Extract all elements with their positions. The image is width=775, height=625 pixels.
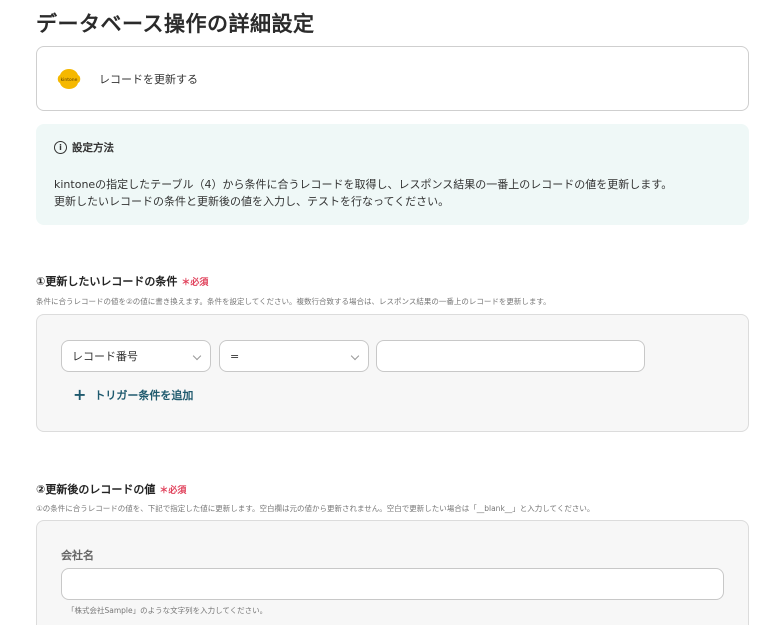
company-name-label: 会社名 (61, 549, 94, 562)
update-values-panel: 会社名 「株式会社Sample」のような文字列を入力してください。 (36, 520, 749, 625)
operator-select-value: = (230, 349, 240, 363)
plus-icon: + (73, 385, 87, 404)
chevron-down-icon (192, 351, 202, 361)
svg-text:kintone: kintone (61, 77, 78, 83)
condition-panel: レコード番号 = + トリガー条件を追加 (36, 314, 749, 432)
field-select-value: レコード番号 (72, 350, 138, 363)
company-name-hint: 「株式会社Sample」のような文字列を入力してください。 (67, 606, 268, 615)
section2-label: ②更新後のレコードの値 ＊必須 (36, 481, 186, 497)
info-icon: i (54, 141, 67, 154)
page-title: データベース操作の詳細設定 (36, 12, 315, 36)
app-action-label: レコードを更新する (99, 72, 198, 86)
operator-select[interactable]: = (219, 340, 369, 372)
company-name-input[interactable] (61, 568, 724, 600)
section2-required-badge: ＊必須 (159, 485, 187, 496)
section1-hint: 条件に合うレコードの値を②の値に書き換えます。条件を設定してください。複数行合致… (36, 297, 551, 306)
app-action-card[interactable]: kintone レコードを更新する (36, 46, 749, 111)
section2-label-text: ②更新後のレコードの値 (36, 483, 156, 496)
info-line-1: kintoneの指定したテーブル（4）から条件に合うレコードを取得し、レスポンス… (54, 178, 673, 191)
section1-label: ①更新したいレコードの条件 ＊必須 (36, 273, 208, 289)
section2-hint: ①の条件に合うレコードの値を、下記で指定した値に更新します。空白欄は元の値から更… (36, 504, 595, 513)
add-condition-button[interactable]: + トリガー条件を追加 (73, 387, 193, 403)
info-heading: i 設定方法 (54, 140, 114, 155)
kintone-logo-icon: kintone (57, 68, 81, 90)
add-condition-label: トリガー条件を追加 (94, 389, 194, 402)
section1-label-text: ①更新したいレコードの条件 (36, 275, 178, 288)
info-line-2: 更新したいレコードの条件と更新後の値を入力し、テストを行なってください。 (54, 195, 450, 208)
field-select[interactable]: レコード番号 (61, 340, 211, 372)
info-heading-text: 設定方法 (72, 142, 114, 154)
info-box: i 設定方法 kintoneの指定したテーブル（4）から条件に合うレコードを取得… (36, 124, 749, 225)
chevron-down-icon (350, 351, 360, 361)
condition-value-input[interactable] (376, 340, 645, 372)
section1-required-badge: ＊必須 (181, 277, 209, 288)
